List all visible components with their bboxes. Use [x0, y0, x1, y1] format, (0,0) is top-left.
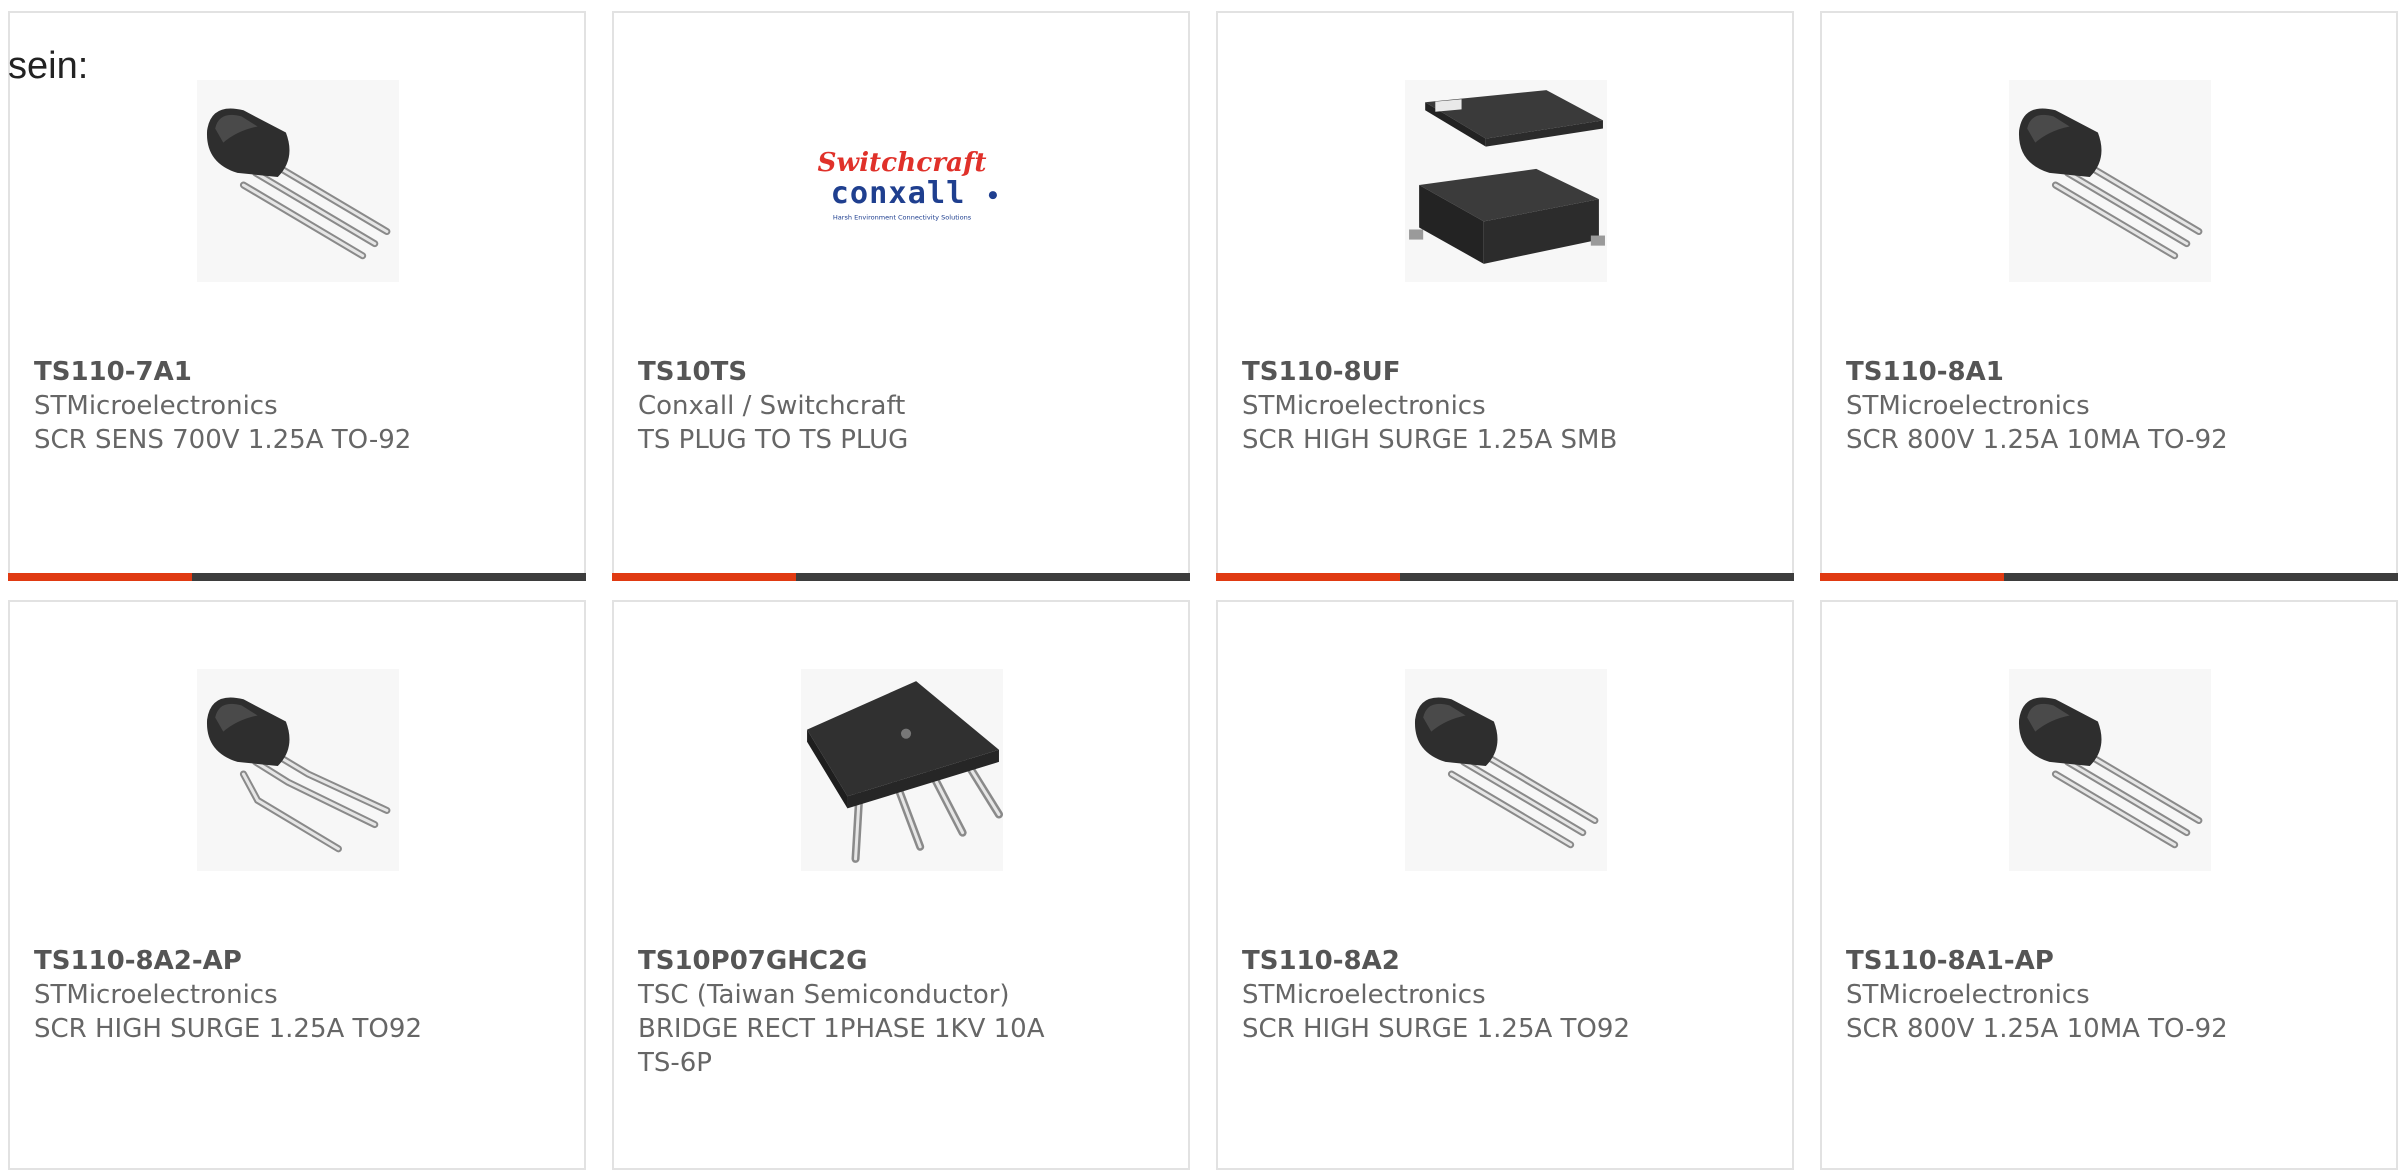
- part-number[interactable]: TS110-8A1: [1846, 355, 2366, 389]
- product-description: SCR SENS 700V 1.25A TO-92: [34, 425, 412, 455]
- bridge-rectifier-icon: [807, 681, 1003, 863]
- manufacturer-name: STMicroelectronics: [1846, 980, 2090, 1010]
- manufacturer-name: STMicroelectronics: [1242, 391, 1486, 421]
- manufacturer-name: STMicroelectronics: [34, 980, 278, 1010]
- manufacturer-name: STMicroelectronics: [34, 391, 278, 421]
- product-description: SCR HIGH SURGE 1.25A SMB: [1242, 425, 1618, 455]
- product-image[interactable]: [1405, 669, 1607, 871]
- product-image[interactable]: [1405, 80, 1607, 282]
- product-image[interactable]: [2009, 80, 2211, 282]
- manufacturer-name: TSC (Taiwan Semiconductor): [638, 980, 1010, 1010]
- part-number[interactable]: TS110-8A2: [1242, 944, 1762, 978]
- part-number[interactable]: TS10TS: [638, 355, 1158, 389]
- product-description: SCR 800V 1.25A 10MA TO-92: [1846, 425, 2228, 455]
- logo-line2: conxall: [831, 176, 966, 211]
- product-description: SCR 800V 1.25A 10MA TO-92: [1846, 1014, 2228, 1044]
- logo-line1: Switchcraft: [818, 147, 987, 178]
- part-number[interactable]: TS110-8UF: [1242, 355, 1762, 389]
- product-description: TS PLUG TO TS PLUG: [638, 425, 909, 455]
- card-footer-bar: [8, 573, 586, 581]
- manufacturer-name: STMicroelectronics: [1846, 391, 2090, 421]
- to92-transistor-icon: [2018, 697, 2203, 849]
- product-card[interactable]: TS110-8UF STMicroelectronics SCR HIGH SU…: [1216, 11, 1794, 581]
- part-number[interactable]: TS110-7A1: [34, 355, 554, 389]
- to92-bent-leads-icon: [206, 697, 391, 853]
- product-card[interactable]: TS110-8A2 STMicroelectronics SCR HIGH SU…: [1216, 600, 1794, 1170]
- card-footer-bar: [612, 573, 1190, 581]
- product-description: SCR HIGH SURGE 1.25A TO92: [1242, 1014, 1630, 1044]
- product-description: SCR HIGH SURGE 1.25A TO92: [34, 1014, 422, 1044]
- product-card[interactable]: TS110-7A1 STMicroelectronics SCR SENS 70…: [8, 11, 586, 581]
- manufacturer-name: Conxall / Switchcraft: [638, 391, 906, 421]
- product-card[interactable]: TS110-8A1 STMicroelectronics SCR 800V 1.…: [1820, 11, 2398, 581]
- switchcraft-conxall-logo: Switchcraft conxall Harsh Environment Co…: [818, 147, 997, 221]
- to92-transistor-icon: [206, 108, 391, 260]
- to92-transistor-icon: [1414, 697, 1599, 849]
- product-image[interactable]: [801, 669, 1003, 871]
- product-card[interactable]: Switchcraft conxall Harsh Environment Co…: [612, 11, 1190, 581]
- part-number[interactable]: TS110-8A1-AP: [1846, 944, 2366, 978]
- product-image[interactable]: [197, 669, 399, 871]
- card-footer-bar: [1216, 573, 1794, 581]
- manufacturer-name: STMicroelectronics: [1242, 980, 1486, 1010]
- product-card[interactable]: TS110-8A2-AP STMicroelectronics SCR HIGH…: [8, 600, 586, 1170]
- product-image[interactable]: Switchcraft conxall Harsh Environment Co…: [801, 80, 1003, 282]
- part-number[interactable]: TS10P07GHC2G: [638, 944, 1158, 978]
- product-card[interactable]: TS110-8A1-AP STMicroelectronics SCR 800V…: [1820, 600, 2398, 1170]
- product-image[interactable]: [2009, 669, 2211, 871]
- product-card[interactable]: TS10P07GHC2G TSC (Taiwan Semiconductor) …: [612, 600, 1190, 1170]
- logo-tagline: Harsh Environment Connectivity Solutions: [833, 213, 972, 221]
- intro-text: sein:: [8, 45, 89, 87]
- smb-package-icon: [1409, 90, 1605, 264]
- product-grid: TS110-7A1 STMicroelectronics SCR SENS 70…: [8, 11, 2400, 1170]
- product-image[interactable]: [197, 80, 399, 282]
- part-number[interactable]: TS110-8A2-AP: [34, 944, 554, 978]
- product-description: BRIDGE RECT 1PHASE 1KV 10A TS-6P: [638, 1014, 1045, 1078]
- to92-transistor-icon: [2018, 108, 2203, 260]
- card-footer-bar: [1820, 573, 2398, 581]
